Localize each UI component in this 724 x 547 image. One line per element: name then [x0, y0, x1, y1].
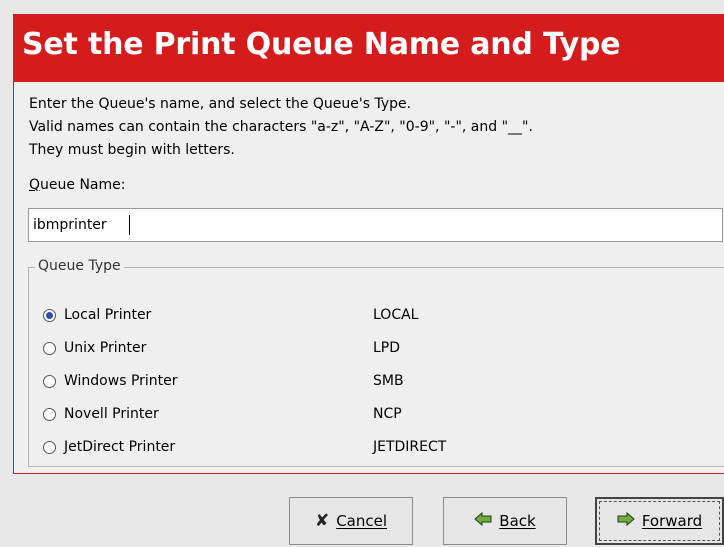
page-title: Set the Print Queue Name and Type — [22, 27, 621, 62]
description-line-1: Enter the Queue's name, and select the Q… — [29, 96, 412, 112]
option-code-local: LOCAL — [373, 307, 419, 323]
forward-button[interactable]: Forward — [595, 497, 724, 545]
radio-windows-printer[interactable]: Windows Printer — [43, 370, 178, 392]
radio-button[interactable] — [43, 341, 56, 355]
option-label: Windows Printer — [64, 373, 178, 389]
cancel-button[interactable]: ✘ Cancel — [289, 497, 413, 545]
dialog: Set the Print Queue Name and Type Enter … — [0, 0, 724, 547]
radio-local-printer[interactable]: Local Printer — [43, 304, 151, 326]
queue-name-label: Queue Name: — [29, 177, 125, 193]
arrow-left-icon — [474, 511, 492, 531]
radio-jetdirect-printer[interactable]: JetDirect Printer — [43, 436, 175, 458]
radio-button-checked[interactable] — [43, 308, 56, 322]
form-area: Enter the Queue's name, and select the Q… — [14, 82, 724, 473]
text-caret — [129, 215, 130, 235]
queue-name-input[interactable] — [28, 208, 723, 242]
cancel-label: Cancel — [336, 512, 388, 530]
option-label: JetDirect Printer — [64, 439, 176, 455]
description-line-3: They must begin with letters. — [29, 142, 235, 158]
queue-type-legend: Queue Type — [35, 258, 124, 274]
radio-button[interactable] — [43, 374, 56, 388]
option-code-ncp: NCP — [373, 406, 402, 422]
option-code-lpd: LPD — [373, 340, 401, 356]
description-line-2: Valid names can contain the characters "… — [29, 119, 533, 135]
back-button[interactable]: Back — [443, 497, 567, 545]
title-bar: Set the Print Queue Name and Type — [14, 15, 724, 82]
radio-novell-printer[interactable]: Novell Printer — [43, 403, 159, 425]
option-code-smb: SMB — [373, 373, 404, 389]
option-label: Novell Printer — [64, 406, 159, 422]
wizard-page: Set the Print Queue Name and Type Enter … — [13, 14, 724, 474]
cancel-x-icon: ✘ — [314, 511, 330, 531]
forward-label: Forward — [641, 512, 703, 530]
queue-name-mnemonic: Q — [29, 177, 41, 193]
option-code-jetdirect: JETDIRECT — [373, 439, 447, 455]
back-label: Back — [499, 512, 536, 530]
option-label: Unix Printer — [64, 340, 147, 356]
description: Enter the Queue's name, and select the Q… — [29, 93, 533, 162]
radio-unix-printer[interactable]: Unix Printer — [43, 337, 146, 359]
option-label: Local Printer — [64, 307, 152, 323]
radio-button[interactable] — [43, 440, 56, 454]
queue-name-label-rest: ueue Name: — [40, 177, 126, 193]
arrow-right-icon — [617, 511, 635, 531]
radio-button[interactable] — [43, 407, 56, 421]
